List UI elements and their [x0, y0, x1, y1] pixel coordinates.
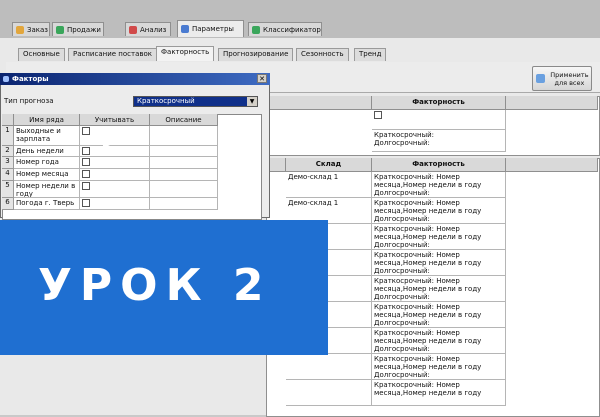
- factor-name-cell[interactable]: День недели: [14, 146, 80, 157]
- checkbox[interactable]: [82, 199, 90, 207]
- factors-cell[interactable]: Краткосрочный: Номер месяца,Номер недели…: [372, 250, 506, 276]
- description-cell[interactable]: [150, 181, 218, 198]
- description-cell[interactable]: [150, 126, 218, 146]
- row-number: 4: [2, 169, 14, 181]
- subtab-factors[interactable]: Факторность: [156, 46, 215, 61]
- lower-grid-header-extra: [506, 158, 598, 172]
- factors-cell[interactable]: Краткосрочный: Номер месяца,Номер недели…: [372, 328, 506, 354]
- top-tab-bar: Заказ Продажи Анализ Параметры Классифик…: [0, 0, 600, 40]
- factor-name-cell[interactable]: Номер года: [14, 157, 80, 169]
- store-cell[interactable]: [286, 354, 372, 380]
- close-icon[interactable]: ✕: [257, 74, 267, 83]
- use-checkbox-cell[interactable]: [80, 169, 150, 181]
- row-number: 5: [2, 181, 14, 198]
- use-checkbox-cell[interactable]: [80, 126, 150, 146]
- lesson-title: УРОК 2: [38, 260, 272, 311]
- tab-parameters[interactable]: Параметры: [177, 20, 244, 37]
- factors-cell[interactable]: Краткосрочный: Номер месяца,Номер недели…: [372, 224, 506, 250]
- forecast-type-select[interactable]: Краткосрочный ▼: [133, 96, 258, 107]
- description-cell[interactable]: [150, 146, 218, 157]
- subtab-forecasting[interactable]: Прогнозирование: [218, 48, 294, 61]
- lesson-banner: УРОК 2: [0, 220, 328, 355]
- factor-name-cell[interactable]: Выходные и зарплата: [14, 126, 80, 146]
- chevron-down-icon[interactable]: ▼: [247, 97, 257, 106]
- description-cell[interactable]: [150, 169, 218, 181]
- checkbox[interactable]: [82, 147, 90, 155]
- tab-classifier[interactable]: Классификатор: [248, 22, 322, 36]
- checkbox[interactable]: [374, 111, 382, 119]
- tab-sales[interactable]: Продажи: [52, 22, 104, 36]
- store-cell[interactable]: Демо-склад 1: [286, 172, 372, 198]
- lower-grid-header-store: Склад: [286, 158, 372, 172]
- checkbox[interactable]: [82, 127, 90, 135]
- factors-cell[interactable]: Краткосрочный: Номер месяца,Номер недели…: [372, 276, 506, 302]
- use-checkbox-cell[interactable]: [80, 181, 150, 198]
- tab-analysis[interactable]: Анализ: [125, 22, 171, 36]
- factors-header-use: Учитывать: [80, 114, 150, 126]
- checkbox[interactable]: [82, 170, 90, 178]
- factors-header-name: Имя ряда: [14, 114, 80, 126]
- factors-cell[interactable]: Краткосрочный: Номер месяца,Номер недели…: [372, 172, 506, 198]
- factor-name-cell[interactable]: Номер недели в году: [14, 181, 80, 198]
- factors-cell[interactable]: Краткосрочный: Номер месяца,Номер недели…: [372, 302, 506, 328]
- forecast-type-label: Тип прогноза: [4, 97, 54, 105]
- checkbox[interactable]: [82, 182, 90, 190]
- apply-to-all-button[interactable]: Применить для всех: [532, 66, 592, 91]
- use-checkbox-cell[interactable]: [80, 198, 150, 210]
- row-number: 2: [2, 146, 14, 157]
- use-checkbox-cell[interactable]: [80, 146, 150, 157]
- parameters-icon: [181, 25, 189, 33]
- subtab-main[interactable]: Основные: [18, 48, 65, 61]
- classifier-icon: [252, 25, 260, 34]
- upper-grid-header-blank: [266, 96, 372, 110]
- analysis-icon: [129, 25, 137, 34]
- upper-grid-cell[interactable]: [372, 110, 506, 130]
- factors-header-corner: [2, 114, 14, 126]
- window-icon: [3, 76, 9, 82]
- row-number: 6: [2, 198, 14, 210]
- factors-header-description: Описание: [150, 114, 218, 126]
- subtab-schedule[interactable]: Расписание поставок: [68, 48, 157, 61]
- tab-order[interactable]: Заказ: [12, 22, 50, 36]
- upper-grid-header: Факторность: [372, 96, 506, 110]
- apply-icon: [536, 74, 545, 83]
- order-icon: [16, 25, 24, 34]
- subtab-trend[interactable]: Тренд: [354, 48, 387, 61]
- factor-name-cell[interactable]: Погода г. Тверь: [14, 198, 80, 210]
- dialog-titlebar[interactable]: Факторы ✕: [0, 73, 270, 85]
- factors-cell[interactable]: Краткосрочный: Номер месяца,Номер недели…: [372, 198, 506, 224]
- sales-icon: [56, 25, 64, 34]
- upper-grid-header-extra: [506, 96, 598, 110]
- factor-name-cell[interactable]: Номер месяца: [14, 169, 80, 181]
- description-cell[interactable]: [150, 157, 218, 169]
- checkbox[interactable]: [82, 158, 90, 166]
- row-number: 1: [2, 126, 14, 146]
- store-cell[interactable]: [286, 380, 372, 406]
- subtab-seasonality[interactable]: Сезонность: [296, 48, 349, 61]
- row-number: 3: [2, 157, 14, 169]
- upper-grid-cell: Краткосрочный: Долгосрочный:: [372, 130, 506, 152]
- factors-cell[interactable]: Краткосрочный: Номер месяца,Номер недели…: [372, 354, 506, 380]
- use-checkbox-cell[interactable]: [80, 157, 150, 169]
- description-cell[interactable]: [150, 198, 218, 210]
- lower-grid-header-factors: Факторность: [372, 158, 506, 172]
- factors-cell[interactable]: Краткосрочный: Номер месяца,Номер недели…: [372, 380, 506, 406]
